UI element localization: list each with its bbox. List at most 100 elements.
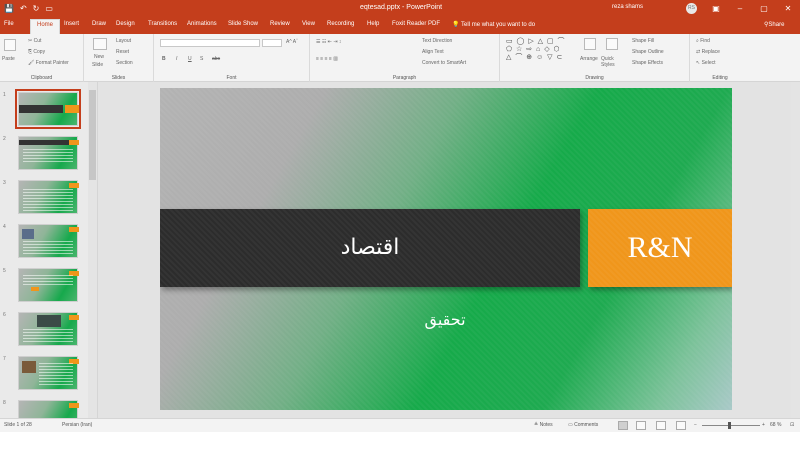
fit-slide-icon[interactable]: ⊡ [790, 422, 794, 428]
replace-button[interactable]: ⇄ Replace [696, 49, 720, 55]
paragraph-group: ☰ ☷ ⇤ ⇥ ↕ ≡ ≡ ≡ ≡ ▥ Text Direction Align… [310, 34, 500, 82]
present-icon[interactable]: ▭ [45, 4, 53, 13]
thumb-picture [22, 361, 36, 373]
font-grow-shrink-icon[interactable]: A^ Aˇ [286, 39, 298, 45]
arrange-icon[interactable] [584, 38, 596, 50]
find-label: Find [700, 38, 710, 44]
format-painter-button[interactable]: 🖌 Format Painter [28, 60, 69, 66]
thumb-text-lines [23, 241, 73, 255]
slide-subtitle[interactable]: تحقیق [380, 310, 510, 329]
cut-button[interactable]: ✂ Cut [28, 38, 41, 44]
new-slide-button-line2[interactable]: Slide [92, 62, 103, 68]
notes-button[interactable]: ≜ Notes [534, 422, 553, 428]
shadow-button[interactable]: S [200, 56, 203, 62]
italic-button[interactable]: I [176, 56, 177, 62]
save-icon[interactable]: 💾 [4, 4, 14, 13]
slide-thumbnail-3[interactable] [18, 180, 79, 214]
layout-button[interactable]: Layout [116, 38, 131, 44]
thumbnail-number: 4 [3, 224, 6, 230]
select-button[interactable]: ↖ Select [696, 60, 716, 66]
thumbnails-scrollbar[interactable] [88, 82, 97, 418]
slideshow-view-icon[interactable] [676, 421, 686, 430]
normal-view-icon[interactable] [618, 421, 628, 430]
copy-button[interactable]: ⎘ Copy [28, 49, 45, 55]
slide-thumbnail-8[interactable] [18, 400, 79, 418]
convert-smartart-button[interactable]: Convert to SmartArt [422, 60, 466, 66]
zoom-slider[interactable] [702, 425, 760, 426]
avatar[interactable]: RS [686, 3, 697, 14]
slide-thumbnail-1[interactable] [15, 89, 81, 129]
shape-outline-button[interactable]: Shape Outline [632, 49, 664, 55]
minimize-icon[interactable]: – [728, 0, 752, 17]
tab-draw[interactable]: Draw [92, 21, 106, 27]
tab-slide-show[interactable]: Slide Show [228, 21, 258, 27]
close-icon[interactable]: ✕ [776, 0, 800, 17]
account-name[interactable]: reza shams [612, 4, 643, 10]
reading-view-icon[interactable] [656, 421, 666, 430]
zoom-slider-knob[interactable] [728, 422, 731, 429]
reset-button[interactable]: Reset [116, 49, 129, 55]
zoom-level[interactable]: 68 % [770, 422, 781, 428]
undo-icon[interactable]: ↶ [20, 4, 27, 13]
strikethrough-button[interactable]: abc [212, 56, 220, 62]
new-slide-button[interactable]: New [94, 54, 104, 60]
shapes-gallery[interactable]: ▭ ◯ ▷ △ ▢ ⌒ ⬠ ☆ ⇨ ⌂ ◇ ⬡ △ ⌒ ⊕ ☺ ▽ ⊂ [506, 38, 568, 64]
quick-styles-icon[interactable] [606, 38, 618, 50]
font-size-select[interactable] [262, 39, 282, 47]
tab-foxit-reader-pdf[interactable]: Foxit Reader PDF [392, 21, 440, 27]
tab-design[interactable]: Design [116, 21, 135, 27]
thumbnail-number: 1 [3, 92, 6, 98]
tab-animations[interactable]: Animations [187, 21, 217, 27]
shape-effects-button[interactable]: Shape Effects [632, 60, 663, 66]
quick-styles-button[interactable]: Quick Styles [601, 56, 627, 68]
thumb-shape [31, 287, 39, 291]
clipboard-group: Paste ✂ Cut ⎘ Copy 🖌 Format Painter Clip… [0, 34, 84, 82]
section-button[interactable]: Section [116, 60, 133, 66]
tab-transitions[interactable]: Transitions [148, 21, 177, 27]
bullets-icon[interactable]: ☰ ☷ ⇤ ⇥ ↕ [316, 39, 341, 45]
underline-button[interactable]: U [188, 56, 192, 62]
tab-home[interactable]: Home [30, 19, 61, 34]
font-family-select[interactable] [160, 39, 260, 47]
title-placeholder[interactable]: اقتصاد [160, 209, 580, 287]
zoom-in-icon[interactable]: + [762, 422, 765, 428]
tab-review[interactable]: Review [270, 21, 290, 27]
text-direction-button[interactable]: Text Direction [422, 38, 452, 44]
paste-button[interactable]: Paste [2, 56, 15, 62]
redo-icon[interactable]: ↻ [33, 4, 40, 13]
ribbon-display-options-icon[interactable]: ▣ [704, 0, 728, 17]
thumb-logo [69, 140, 79, 145]
arrange-button[interactable]: Arrange [580, 56, 598, 62]
slide-thumbnail-5[interactable] [18, 268, 79, 302]
comments-button[interactable]: ▭ Comments [568, 422, 598, 428]
editor-scrollbar[interactable] [791, 82, 800, 418]
logo-box[interactable]: R&N [588, 209, 732, 287]
thumbnails-scrollbar-thumb[interactable] [89, 90, 96, 180]
align-icons[interactable]: ≡ ≡ ≡ ≡ ▥ [316, 56, 338, 62]
paste-icon[interactable] [4, 39, 16, 51]
shape-fill-button[interactable]: Shape Fill [632, 38, 654, 44]
tab-help[interactable]: Help [367, 21, 379, 27]
share-button[interactable]: ⚲Share [764, 21, 784, 28]
slide-thumbnail-7[interactable] [18, 356, 79, 390]
slide-sorter-icon[interactable] [636, 421, 646, 430]
tab-recording[interactable]: Recording [327, 21, 354, 27]
new-slide-icon[interactable] [93, 38, 107, 50]
tab-file[interactable]: File [4, 21, 14, 27]
maximize-icon[interactable]: ▢ [752, 0, 776, 17]
tab-insert[interactable]: Insert [64, 21, 79, 27]
zoom-out-icon[interactable]: − [694, 422, 697, 428]
find-button[interactable]: ⌕ Find [696, 38, 710, 44]
bold-button[interactable]: B [162, 56, 166, 62]
slide-thumbnail-4[interactable] [18, 224, 79, 258]
tab-view[interactable]: View [302, 21, 315, 27]
tell-me-search[interactable]: 💡 Tell me what you want to do [452, 21, 535, 28]
thumbnail-number: 3 [3, 180, 6, 186]
slide-canvas[interactable]: اقتصاد R&N تحقیق [160, 88, 732, 410]
title-bar: 💾 ↶ ↻ ▭ eqtesad.pptx - PowerPoint reza s… [0, 0, 800, 17]
slide-thumbnails-panel: 1 2 3 4 5 6 7 8 [0, 82, 98, 418]
align-text-button[interactable]: Align Text [422, 49, 444, 55]
slide-thumbnail-2[interactable] [18, 136, 79, 170]
language-indicator[interactable]: Persian (Iran) [62, 422, 92, 428]
slide-thumbnail-6[interactable] [18, 312, 79, 346]
